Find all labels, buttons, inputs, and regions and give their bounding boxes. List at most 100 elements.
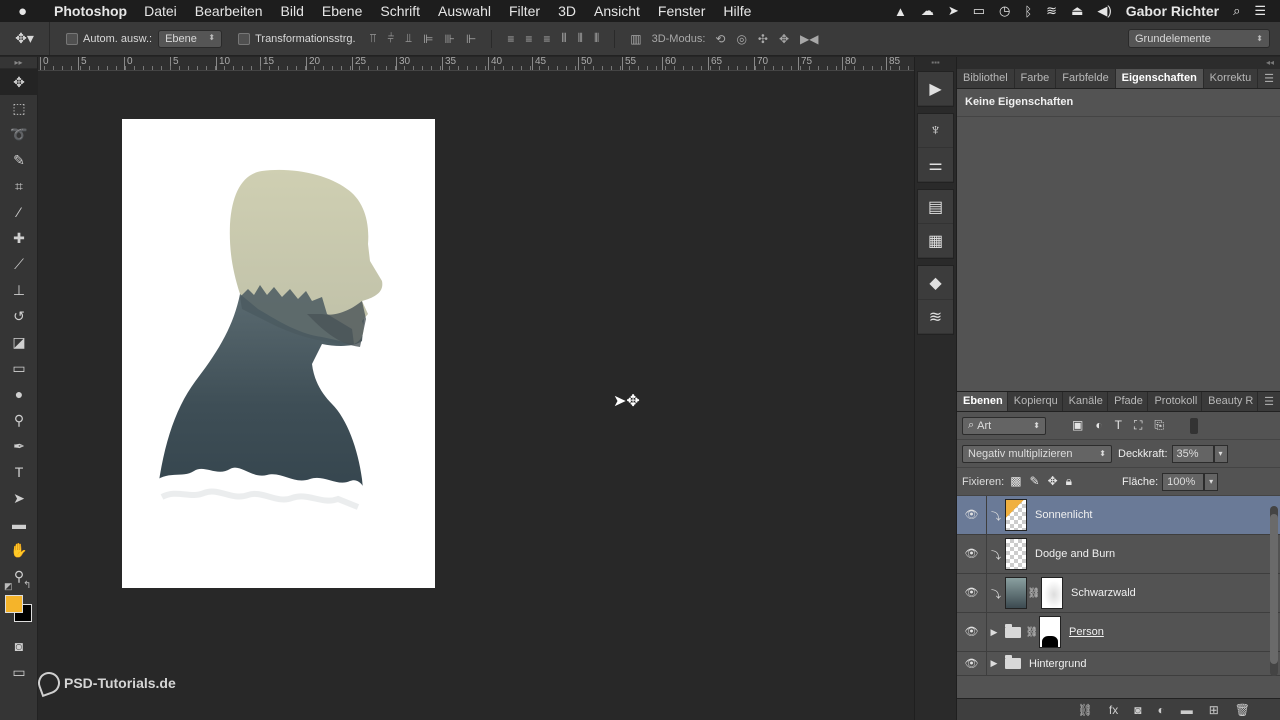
tab-pfade[interactable]: Pfade [1108, 392, 1149, 411]
tab-beauty-retouch[interactable]: Beauty R [1202, 392, 1259, 411]
opacity-slider-button[interactable]: ▾ [1213, 444, 1228, 463]
dodge-tool[interactable]: ⚲ [0, 407, 38, 433]
pen-tool[interactable]: ✒ [0, 433, 38, 459]
user-name[interactable]: Gabor Richter [1126, 3, 1219, 19]
layer-filter-select[interactable]: ⌕ Art ⬍ [962, 416, 1046, 435]
filter-smart-object-icon[interactable]: ⎘ [1154, 418, 1164, 433]
lock-all-icon[interactable]: 🔒︎ [1066, 474, 1072, 489]
gradient-tool[interactable]: ▭ [0, 355, 38, 381]
menu-schrift[interactable]: Schrift [371, 3, 429, 19]
new-group-icon[interactable]: ▬ [1181, 703, 1193, 717]
fill-input[interactable]: 100% [1162, 472, 1205, 491]
auto-align-icon[interactable]: ▥ [630, 32, 641, 46]
menu-bild[interactable]: Bild [272, 3, 313, 19]
lock-transparency-icon[interactable]: ▩ [1010, 474, 1021, 489]
tool-presets-button[interactable]: ⚌ [918, 148, 953, 182]
default-colors-icon[interactable]: ◩ [4, 581, 13, 592]
wifi-icon[interactable]: ≋ [1046, 3, 1057, 19]
align-right-icon[interactable]: ⊩ [466, 32, 476, 46]
app-menu[interactable]: Photoshop [54, 3, 127, 19]
panel-grip[interactable]: ◂◂ [957, 57, 1280, 69]
filter-pixel-icon[interactable]: ▣ [1072, 418, 1083, 433]
path-selection-tool[interactable]: ➤ [0, 485, 38, 511]
menu-hilfe[interactable]: Hilfe [714, 3, 760, 19]
tab-farbfelder[interactable]: Farbfelde [1056, 69, 1116, 88]
menu-3d[interactable]: 3D [549, 3, 585, 19]
layer-mask-thumbnail[interactable] [1041, 577, 1063, 609]
brush-tool[interactable]: ⟋ [0, 251, 38, 277]
time-machine-icon[interactable]: ◷ [999, 3, 1010, 19]
swap-colors-icon[interactable]: ↰ [23, 580, 31, 591]
quick-selection-tool[interactable]: ✎ [0, 147, 38, 173]
auto-select-box[interactable] [66, 32, 78, 45]
scale-3d-icon[interactable]: ▶◀ [800, 32, 818, 46]
apple-menu-icon[interactable]: ● [18, 3, 40, 20]
stamp-tool[interactable]: ⊥ [0, 277, 38, 303]
expand-arrow-icon[interactable]: ▶ [987, 658, 1001, 669]
paragraph-panel-button[interactable]: ▤ [918, 190, 953, 224]
distribute-bottom-icon[interactable]: ≡ [543, 32, 550, 46]
filter-toggle-switch[interactable] [1189, 417, 1198, 434]
tab-bibliotheken[interactable]: Bibliothel [957, 69, 1015, 88]
auto-select-dropdown[interactable]: Ebene ⬍ [158, 29, 223, 48]
visibility-eye-icon[interactable]: 👁︎ [957, 574, 987, 612]
rectangle-tool[interactable]: ▬ [0, 511, 38, 537]
layer-schwarzwald[interactable]: 👁︎ ⤵ ⛓ Schwarzwald [957, 574, 1280, 613]
bluetooth-icon[interactable]: ᛒ [1024, 4, 1032, 19]
add-mask-icon[interactable]: ◙ [1134, 703, 1141, 717]
actions-panel-button[interactable]: ▶ [918, 72, 953, 106]
filter-type-icon[interactable]: T [1115, 418, 1122, 433]
menu-auswahl[interactable]: Auswahl [429, 3, 500, 19]
tab-korrekturen[interactable]: Korrektu [1204, 69, 1259, 88]
move-tool[interactable]: ✥ [0, 69, 38, 95]
blend-mode-select[interactable]: Negativ multiplizieren ⬍ [962, 444, 1112, 463]
document-canvas[interactable] [122, 119, 435, 588]
hand-tool[interactable]: ✋ [0, 537, 38, 563]
tab-farbe[interactable]: Farbe [1015, 69, 1057, 88]
auto-select-checkbox[interactable]: Autom. ausw.: [66, 32, 152, 45]
3d-panel-button[interactable]: ◆ [918, 266, 953, 300]
distribute-hcenter-icon[interactable]: ⦀ [578, 31, 583, 46]
marquee-tool[interactable]: ⬚ [0, 95, 38, 121]
foreground-color[interactable] [5, 595, 23, 613]
transform-controls-checkbox[interactable]: Transformationsstrg. [238, 32, 356, 45]
airplay-icon[interactable]: ▭ [973, 3, 985, 19]
distribute-top-icon[interactable]: ≡ [507, 32, 514, 46]
crop-tool[interactable]: ⌗ [0, 173, 38, 199]
panel-menu-icon[interactable]: ☰ [1258, 392, 1280, 411]
distribute-right-icon[interactable]: ⦀ [594, 31, 599, 46]
tab-kanaele[interactable]: Kanäle [1063, 392, 1109, 411]
menu-filter[interactable]: Filter [500, 3, 549, 19]
drag-3d-icon[interactable]: ✣ [758, 32, 768, 46]
spotlight-search-icon[interactable]: ⌕ [1233, 3, 1240, 19]
align-vcenter-icon[interactable]: ⫩ [387, 31, 394, 46]
distribute-left-icon[interactable]: ⦀ [561, 31, 566, 46]
arrows-icon[interactable]: ➤ [948, 3, 959, 19]
visibility-eye-icon[interactable]: 👁︎ [957, 613, 987, 651]
hat-icon[interactable]: ▲ [894, 4, 907, 19]
menu-ansicht[interactable]: Ansicht [585, 3, 649, 19]
layer-comps-button[interactable]: ≋ [918, 300, 953, 334]
layer-group-hintergrund[interactable]: 👁︎ ▶ Hintergrund [957, 652, 1280, 676]
adjustment-layer-icon[interactable]: ◐ [1157, 703, 1164, 717]
align-hcenter-icon[interactable]: ⊪ [444, 32, 454, 46]
layer-group-person[interactable]: 👁︎ ▶ ⛓ Person [957, 613, 1280, 652]
align-top-icon[interactable]: ⫪ [370, 31, 377, 46]
menu-ebene[interactable]: Ebene [313, 3, 371, 19]
lock-position-icon[interactable]: ✥ [1048, 474, 1058, 489]
visibility-eye-icon[interactable]: 👁︎ [957, 496, 987, 534]
expand-arrow-icon[interactable]: ▶ [987, 627, 1001, 638]
blur-tool[interactable]: ● [0, 381, 38, 407]
workspace-switcher[interactable]: Grundelemente ⬍ [1128, 29, 1270, 48]
quick-mask-button[interactable]: ◙ [0, 633, 38, 659]
chain-link-icon[interactable]: ⛓ [1027, 588, 1041, 599]
tab-protokoll[interactable]: Protokoll [1148, 392, 1203, 411]
notification-list-icon[interactable]: ☰ [1254, 3, 1266, 19]
eyedropper-tool[interactable]: ⁄ [0, 199, 38, 225]
fill-slider-button[interactable]: ▾ [1204, 472, 1219, 491]
healing-brush-tool[interactable]: ✚ [0, 225, 38, 251]
group-mask-thumbnail[interactable] [1039, 616, 1061, 648]
dock-grip[interactable]: ▪▪▪ [915, 57, 956, 69]
transform-controls-box[interactable] [238, 32, 251, 45]
lasso-tool[interactable]: ➰ [0, 121, 38, 147]
